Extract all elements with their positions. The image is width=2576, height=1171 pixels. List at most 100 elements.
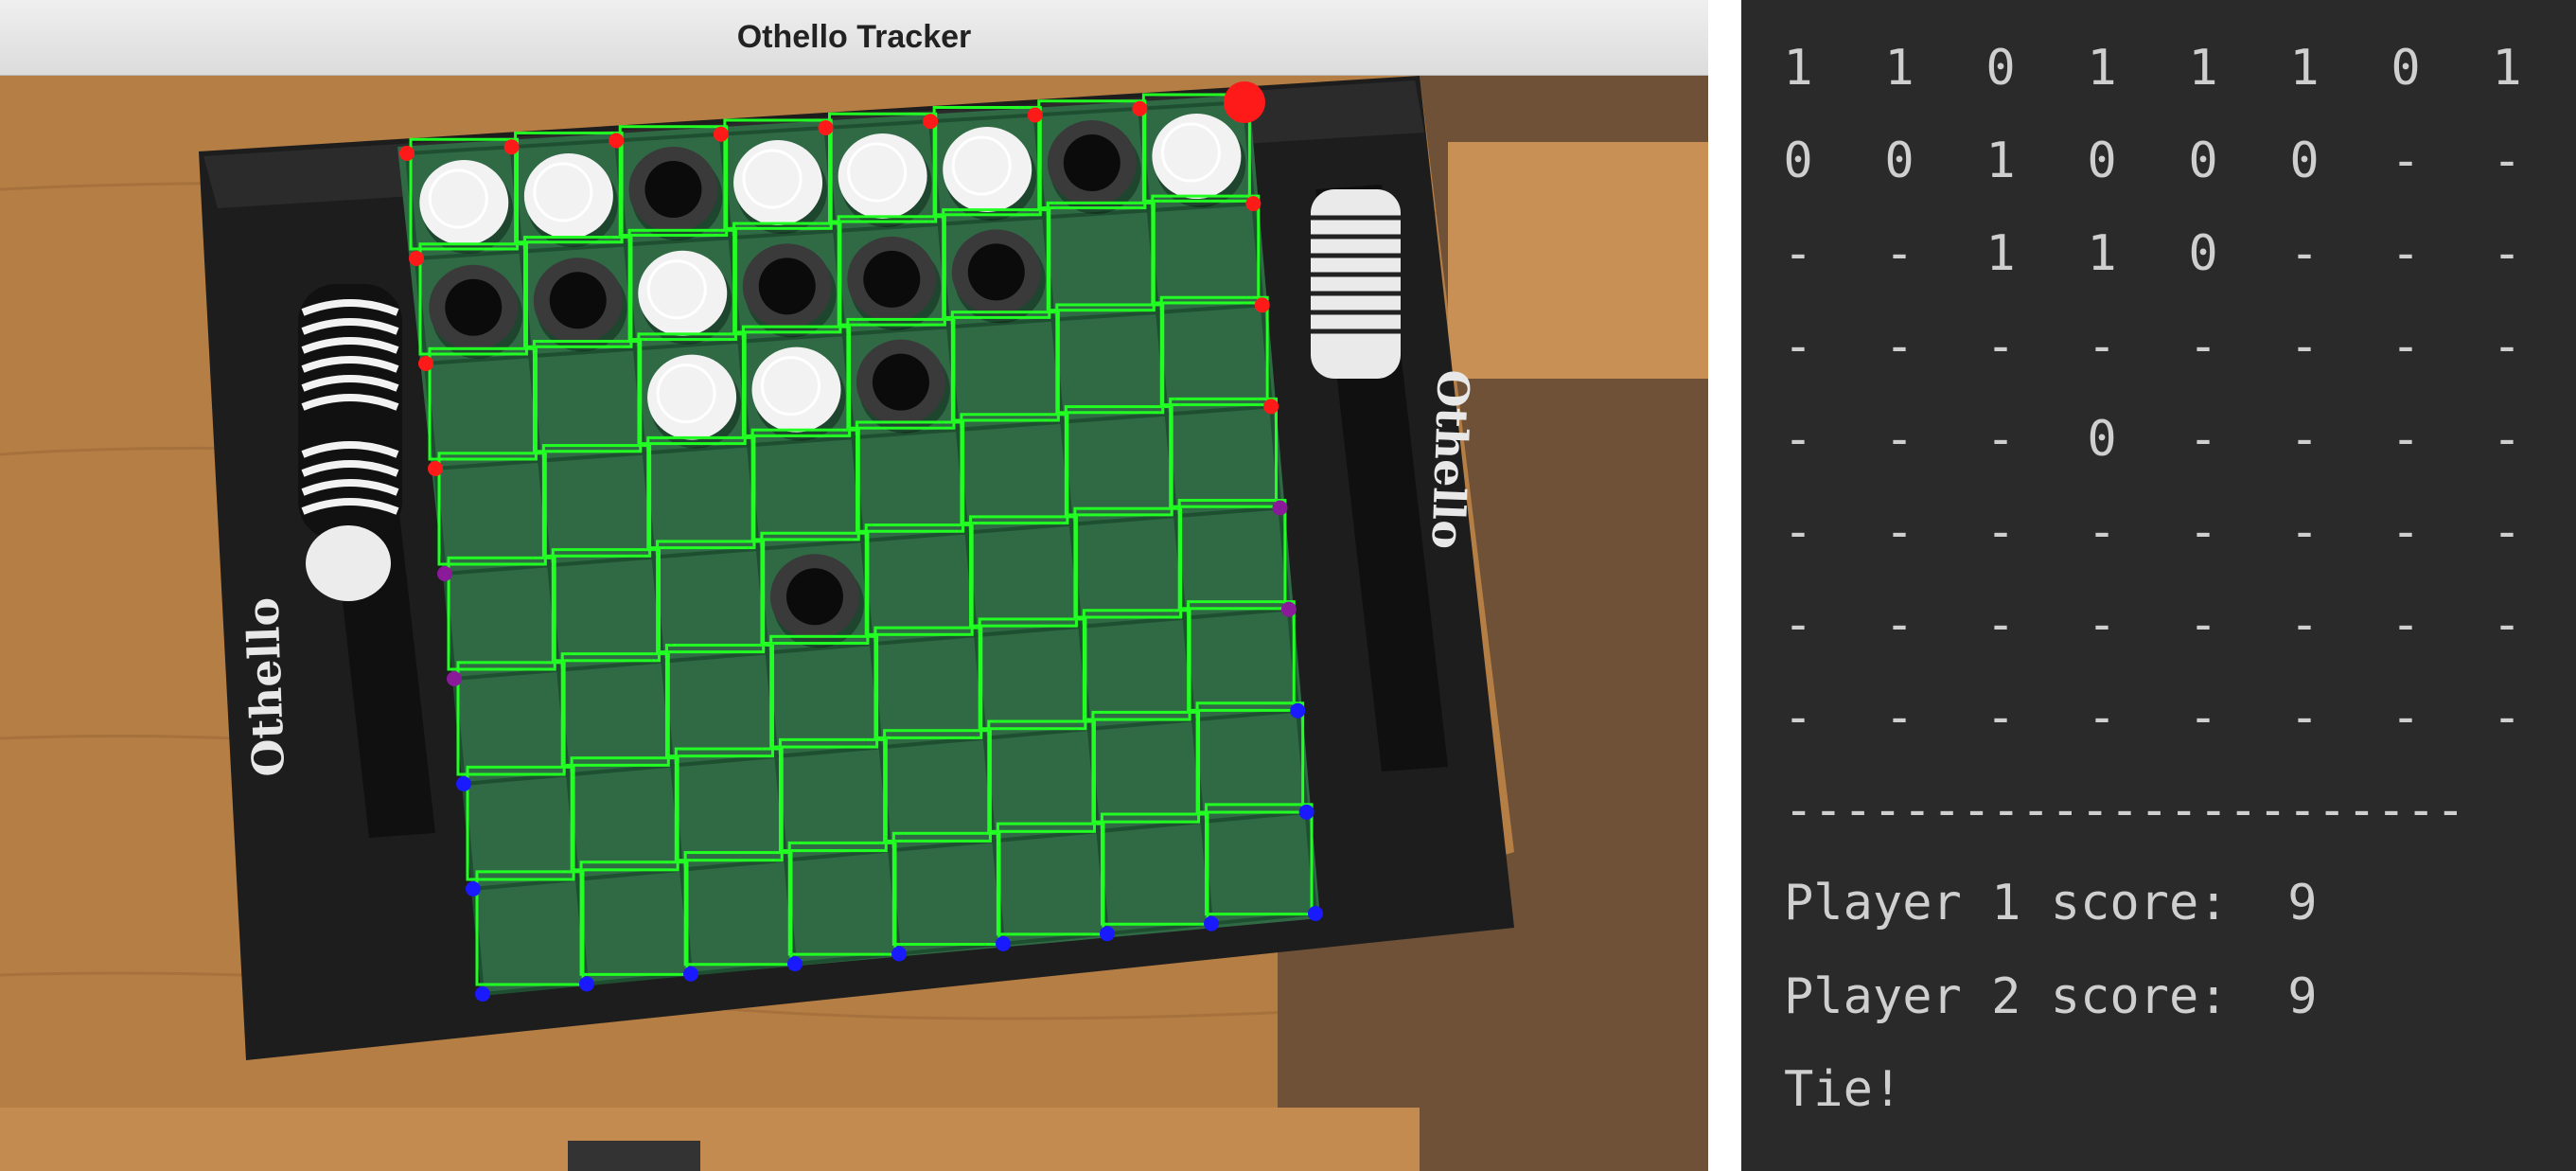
corner-marker xyxy=(1254,297,1270,313)
matrix-cell: - xyxy=(2087,596,2117,653)
matrix-cell: - xyxy=(2289,411,2320,468)
matrix-cell: - xyxy=(2492,504,2522,560)
matrix-cell: - xyxy=(2492,318,2522,375)
matrix-cell: - xyxy=(2492,225,2522,282)
matrix-cell: - xyxy=(2188,411,2218,468)
matrix-cell: - xyxy=(2289,596,2320,653)
matrix-cell: - xyxy=(1884,318,1914,375)
corner-marker xyxy=(609,133,625,149)
matrix-cell: - xyxy=(2391,504,2421,560)
board-cell xyxy=(470,877,590,997)
matrix-cell: 1 xyxy=(2492,40,2522,97)
matrix-cell: 0 xyxy=(2087,133,2117,189)
matrix-cell: 1 xyxy=(2087,225,2117,282)
matrix-cell: - xyxy=(1783,225,1813,282)
matrix-cell: - xyxy=(1783,689,1813,746)
game-result: Tie! xyxy=(1784,1061,1903,1118)
matrix-cell: 0 xyxy=(2391,40,2421,97)
matrix-cell: - xyxy=(2492,133,2522,189)
corner-marker xyxy=(713,126,729,142)
player2-score: Player 2 score: 9 xyxy=(1784,968,2318,1025)
dark-object xyxy=(568,1141,700,1171)
separator-line: ----------------------- xyxy=(1784,782,2466,839)
matrix-cell: 1 xyxy=(2188,40,2218,97)
corner-marker xyxy=(683,966,698,982)
corner-marker xyxy=(456,776,471,791)
board-cell xyxy=(1096,819,1214,936)
matrix-cell: 0 xyxy=(2188,225,2218,282)
corner-marker xyxy=(466,881,481,896)
corner-marker xyxy=(996,935,1011,951)
window-title: Othello Tracker xyxy=(736,19,972,55)
matrix-cell: 1 xyxy=(1884,40,1914,97)
matrix-cell: - xyxy=(1884,689,1914,746)
corner-marker xyxy=(503,139,520,155)
matrix-cell: - xyxy=(2188,596,2218,653)
matrix-cell: 0 xyxy=(2289,133,2320,189)
matrix-cell: - xyxy=(1783,504,1813,560)
corner-marker xyxy=(1280,601,1297,617)
matrix-cell: - xyxy=(2087,689,2117,746)
corner-marker xyxy=(1308,906,1323,921)
matrix-cell: - xyxy=(1985,411,2016,468)
corner-marker xyxy=(409,251,424,266)
matrix-cell: - xyxy=(1783,596,1813,653)
matrix-cell: 0 xyxy=(1884,133,1914,189)
board-cell xyxy=(992,828,1110,947)
matrix-cell: - xyxy=(2087,504,2117,560)
corner-marker xyxy=(399,146,415,161)
matrix-cell: - xyxy=(2492,596,2522,653)
matrix-cell: - xyxy=(2289,225,2320,282)
matrix-cell: - xyxy=(2289,689,2320,746)
board-cell xyxy=(574,867,694,986)
matrix-cell: - xyxy=(2391,411,2421,468)
matrix-cell: 0 xyxy=(2087,411,2117,468)
corner-marker xyxy=(475,986,490,1002)
corner-marker xyxy=(418,356,433,371)
camera-feed-image: Othello Othello xyxy=(0,76,1708,1171)
origin-corner-marker xyxy=(1224,81,1265,123)
corner-marker xyxy=(1027,107,1043,123)
corner-marker xyxy=(891,946,907,962)
matrix-cell: - xyxy=(2289,318,2320,375)
corner-marker xyxy=(428,461,443,476)
corner-marker xyxy=(923,114,939,130)
corner-marker xyxy=(1204,915,1219,931)
board-cell xyxy=(679,858,798,976)
window-titlebar[interactable]: Othello Tracker xyxy=(0,0,1708,76)
corner-marker xyxy=(1100,926,1115,942)
board-cell xyxy=(1200,809,1318,926)
matrix-cell: 1 xyxy=(1985,225,2016,282)
corner-marker xyxy=(1290,702,1306,719)
board-cell xyxy=(423,354,542,471)
matrix-cell: - xyxy=(2391,225,2421,282)
board-cell xyxy=(784,848,902,967)
othello-tracker-window: Othello Tracker Othello Othello xyxy=(0,0,1708,1171)
corner-marker xyxy=(1272,500,1288,516)
corner-marker xyxy=(1298,804,1314,820)
matrix-cell: 1 xyxy=(2087,40,2117,97)
corner-marker xyxy=(787,956,803,972)
corner-marker xyxy=(1245,196,1262,212)
wood-block xyxy=(1448,142,1708,379)
matrix-cell: - xyxy=(2391,689,2421,746)
matrix-cell: - xyxy=(2188,318,2218,375)
matrix-cell: - xyxy=(1985,596,2016,653)
matrix-cell: - xyxy=(1884,225,1914,282)
camera-feed-view: Othello Othello xyxy=(0,76,1708,1171)
matrix-cell: - xyxy=(1884,504,1914,560)
matrix-cell: - xyxy=(2188,689,2218,746)
matrix-cell: - xyxy=(1985,318,2016,375)
corner-marker xyxy=(437,566,452,581)
board-cell xyxy=(1146,202,1264,315)
matrix-cell: - xyxy=(2087,318,2117,375)
othello-logo-right: Othello xyxy=(1421,369,1479,550)
matrix-cell: 1 xyxy=(1985,133,2016,189)
corner-marker xyxy=(447,671,462,686)
board-cell xyxy=(888,839,1006,956)
terminal-output-panel[interactable]: 11011101001000----110--------------0----… xyxy=(1741,0,2576,1171)
panel-gutter xyxy=(1708,0,1741,1171)
board-cell xyxy=(528,346,646,463)
matrix-cell: - xyxy=(2391,318,2421,375)
matrix-cell: - xyxy=(2289,504,2320,560)
